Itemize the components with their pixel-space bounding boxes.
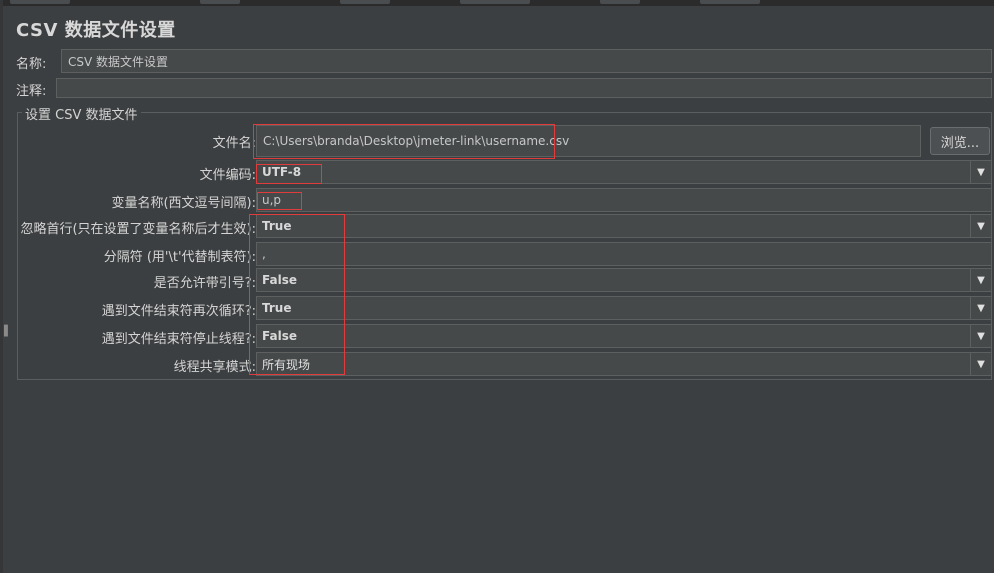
delimiter-label: 分隔符 (用'\t'代替制表符):	[103, 250, 256, 265]
variables-input[interactable]: u,p	[256, 188, 992, 212]
triangle-down-icon[interactable]: ▼	[970, 269, 991, 291]
sharing-select[interactable]: 所有现场 ▼	[256, 352, 992, 376]
left-edge	[0, 0, 3, 573]
encoding-label: 文件编码:	[199, 168, 256, 183]
variables-label: 变量名称(西文逗号间隔):	[111, 196, 256, 211]
quoted-value: False	[262, 273, 297, 287]
collapse-handle-icon[interactable]: ▐	[0, 326, 8, 337]
triangle-down-icon[interactable]: ▼	[970, 353, 991, 375]
delimiter-input[interactable]: ,	[256, 242, 992, 266]
recycle-value: True	[262, 301, 292, 315]
top-tab-strip	[0, 0, 994, 6]
ignore-first-value: True	[262, 219, 292, 233]
triangle-down-icon[interactable]: ▼	[970, 161, 991, 183]
stop-thread-select[interactable]: False ▼	[256, 324, 992, 348]
encoding-select[interactable]: UTF-8 ▼	[256, 160, 992, 184]
sharing-value: 所有现场	[262, 357, 311, 372]
recycle-label: 遇到文件结束符再次循环?:	[101, 304, 256, 319]
ignore-first-select[interactable]: True ▼	[256, 214, 992, 238]
name-input[interactable]: CSV 数据文件设置	[61, 49, 992, 73]
name-label: 名称:	[16, 57, 47, 72]
browse-button[interactable]: 浏览...	[930, 127, 990, 155]
filename-input[interactable]: C:\Users\branda\Desktop\jmeter-link\user…	[256, 125, 921, 157]
stop-thread-value: False	[262, 329, 297, 343]
sharing-label: 线程共享模式:	[173, 360, 256, 375]
group-title: 设置 CSV 数据文件	[22, 104, 141, 123]
quoted-label: 是否允许带引号?:	[153, 276, 256, 291]
triangle-down-icon[interactable]: ▼	[970, 215, 991, 237]
page-title: CSV 数据文件设置	[16, 20, 176, 41]
comment-input[interactable]	[56, 78, 992, 98]
recycle-select[interactable]: True ▼	[256, 296, 992, 320]
ignore-first-label: 忽略首行(只在设置了变量名称后才生效):	[20, 222, 256, 237]
filename-label: 文件名:	[212, 136, 256, 151]
quoted-select[interactable]: False ▼	[256, 268, 992, 292]
triangle-down-icon[interactable]: ▼	[970, 297, 991, 319]
encoding-value: UTF-8	[262, 165, 302, 179]
triangle-down-icon[interactable]: ▼	[970, 325, 991, 347]
stop-thread-label: 遇到文件结束符停止线程?:	[101, 332, 256, 347]
comment-label: 注释:	[16, 84, 47, 99]
